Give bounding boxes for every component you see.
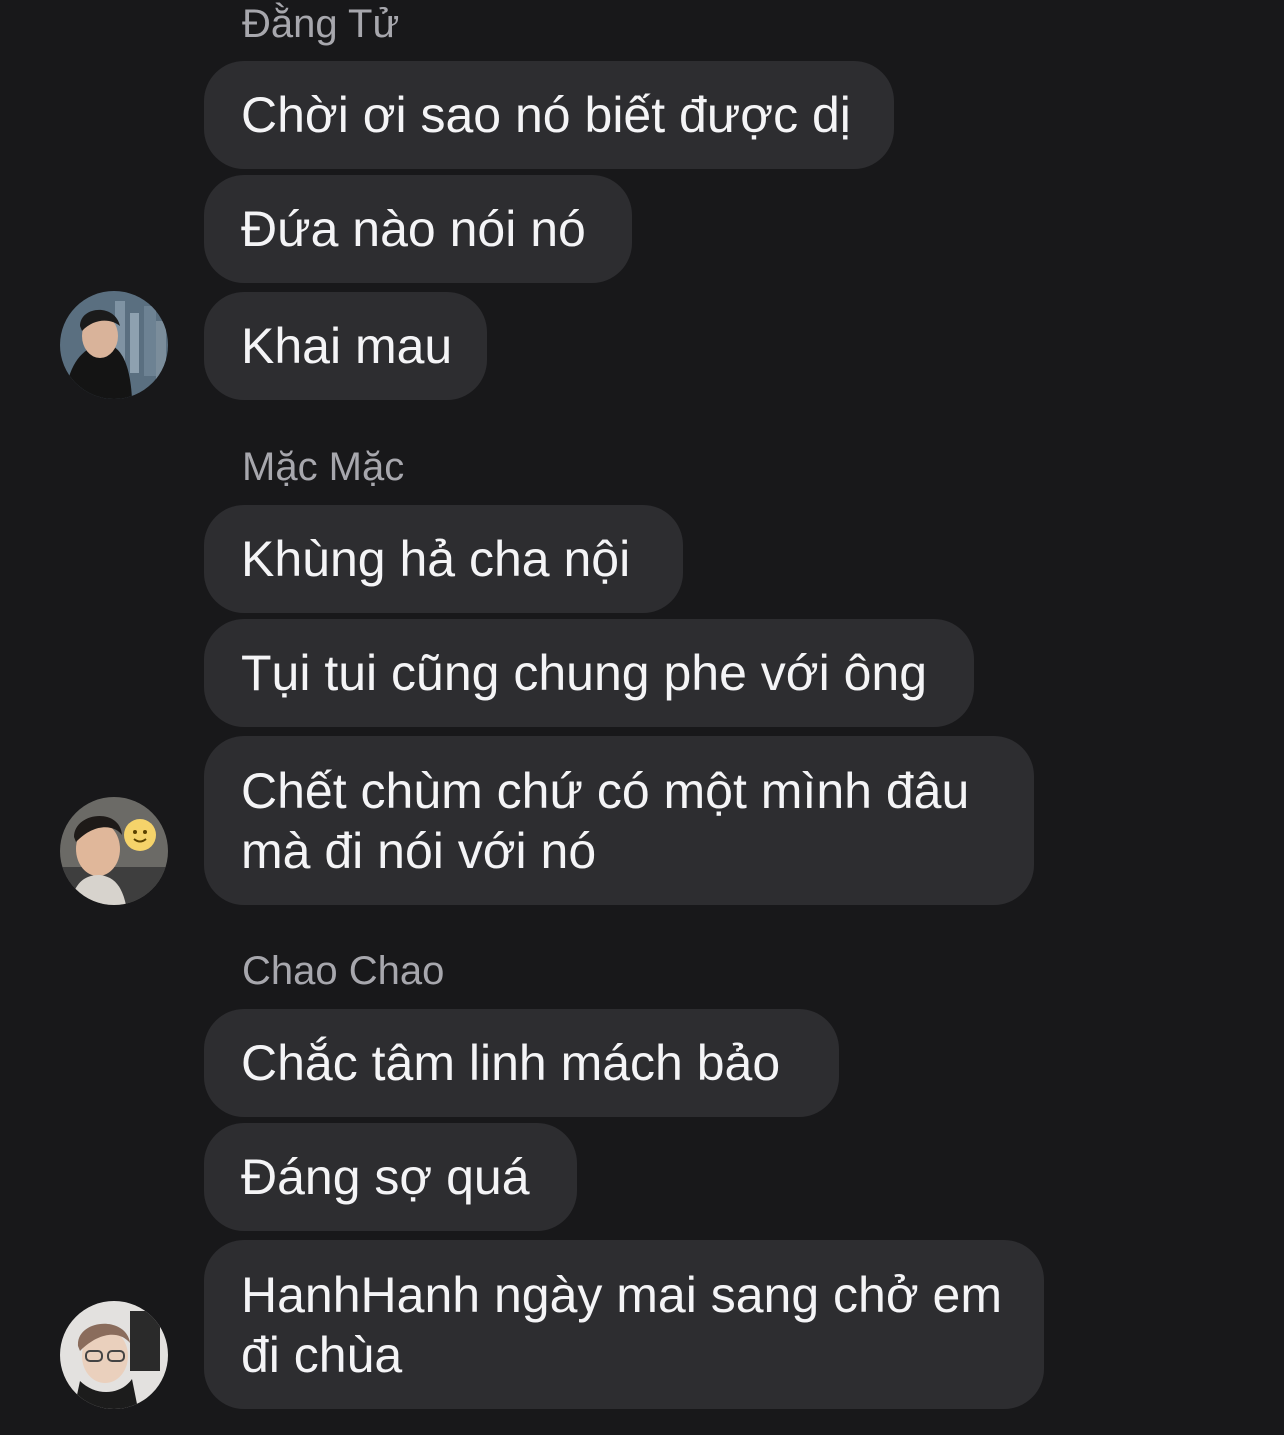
message-bubble[interactable]: Khùng hả cha nội (204, 505, 683, 613)
avatar[interactable] (60, 291, 168, 399)
message-text: Đứa nào nói nó (241, 201, 586, 257)
message-text: Đáng sợ quá (241, 1149, 530, 1205)
message-bubble[interactable]: Chắc tâm linh mách bảo (204, 1009, 839, 1117)
message-bubble[interactable]: Chời ơi sao nó biết được dị (204, 61, 894, 169)
sender-name: Đằng Tử (242, 2, 400, 46)
message-bubble[interactable]: Đứa nào nói nó (204, 175, 632, 283)
message-text: HanhHanh ngày mai sang chở em đi chùa (241, 1266, 1002, 1383)
message-bubble[interactable]: Đáng sợ quá (204, 1123, 577, 1231)
message-bubble[interactable]: Chết chùm chứ có một mình đâu mà đi nói … (204, 736, 1034, 905)
message-text: Chắc tâm linh mách bảo (241, 1035, 781, 1091)
message-text: Chời ơi sao nó biết được dị (241, 87, 851, 143)
avatar[interactable] (60, 797, 168, 905)
user-avatar-icon (60, 797, 168, 905)
user-avatar-icon (60, 291, 168, 399)
message-bubble[interactable]: Khai mau (204, 292, 487, 400)
sender-name: Mặc Mặc (242, 445, 405, 489)
sender-name: Chao Chao (242, 949, 445, 993)
user-avatar-icon (60, 1301, 168, 1409)
message-bubble[interactable]: Tụi tui cũng chung phe với ông (204, 619, 974, 727)
message-text: Chết chùm chứ có một mình đâu mà đi nói … (241, 762, 970, 879)
message-text: Khai mau (241, 318, 453, 374)
message-text: Khùng hả cha nội (241, 531, 631, 587)
message-bubble[interactable]: HanhHanh ngày mai sang chở em đi chùa (204, 1240, 1044, 1409)
message-text: Tụi tui cũng chung phe với ông (241, 645, 928, 701)
avatar[interactable] (60, 1301, 168, 1409)
